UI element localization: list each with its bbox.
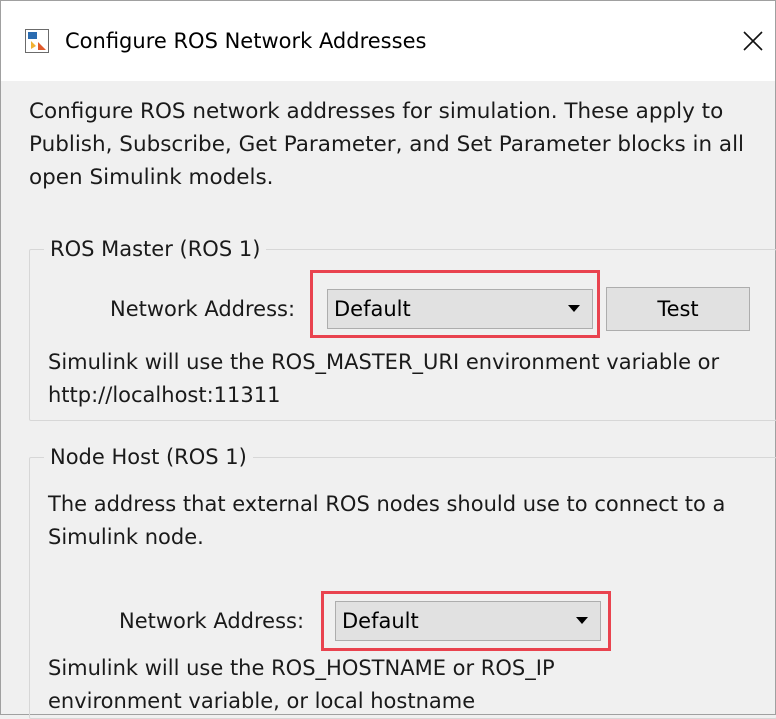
node-host-info: The address that external ROS nodes shou… — [48, 492, 726, 549]
ros-master-legend: ROS Master (ROS 1) — [44, 233, 267, 265]
close-button[interactable] — [731, 19, 775, 63]
window-title: Configure ROS Network Addresses — [65, 29, 427, 53]
chevron-down-icon — [576, 617, 588, 624]
node-host-network-address-dropdown[interactable]: Default — [335, 601, 601, 641]
chevron-down-icon — [568, 305, 580, 312]
node-host-legend: Node Host (ROS 1) — [44, 441, 253, 473]
simulink-app-icon — [25, 29, 49, 53]
node-host-network-address-label: Network Address: — [119, 609, 305, 633]
node-host-group: Node Host (ROS 1) The address that exter… — [29, 441, 776, 719]
ros-master-description: Simulink will use the ROS_MASTER_URI env… — [48, 350, 720, 407]
ros-master-network-address-value: Default — [334, 297, 411, 321]
test-button[interactable]: Test — [606, 287, 750, 331]
node-host-description: Simulink will use the ROS_HOSTNAME or RO… — [48, 656, 555, 713]
intro-text: Configure ROS network addresses for simu… — [29, 99, 745, 190]
title-bar: Configure ROS Network Addresses — [1, 1, 775, 81]
close-icon — [743, 31, 763, 51]
ros-master-network-address-label: Network Address: — [110, 297, 296, 321]
ros-master-group: ROS Master (ROS 1) Network Address: Defa… — [29, 233, 776, 421]
configure-ros-network-dialog: Configure ROS Network Addresses Configur… — [0, 0, 776, 719]
node-host-network-address-value: Default — [342, 609, 419, 633]
ros-master-network-address-dropdown[interactable]: Default — [327, 289, 593, 329]
